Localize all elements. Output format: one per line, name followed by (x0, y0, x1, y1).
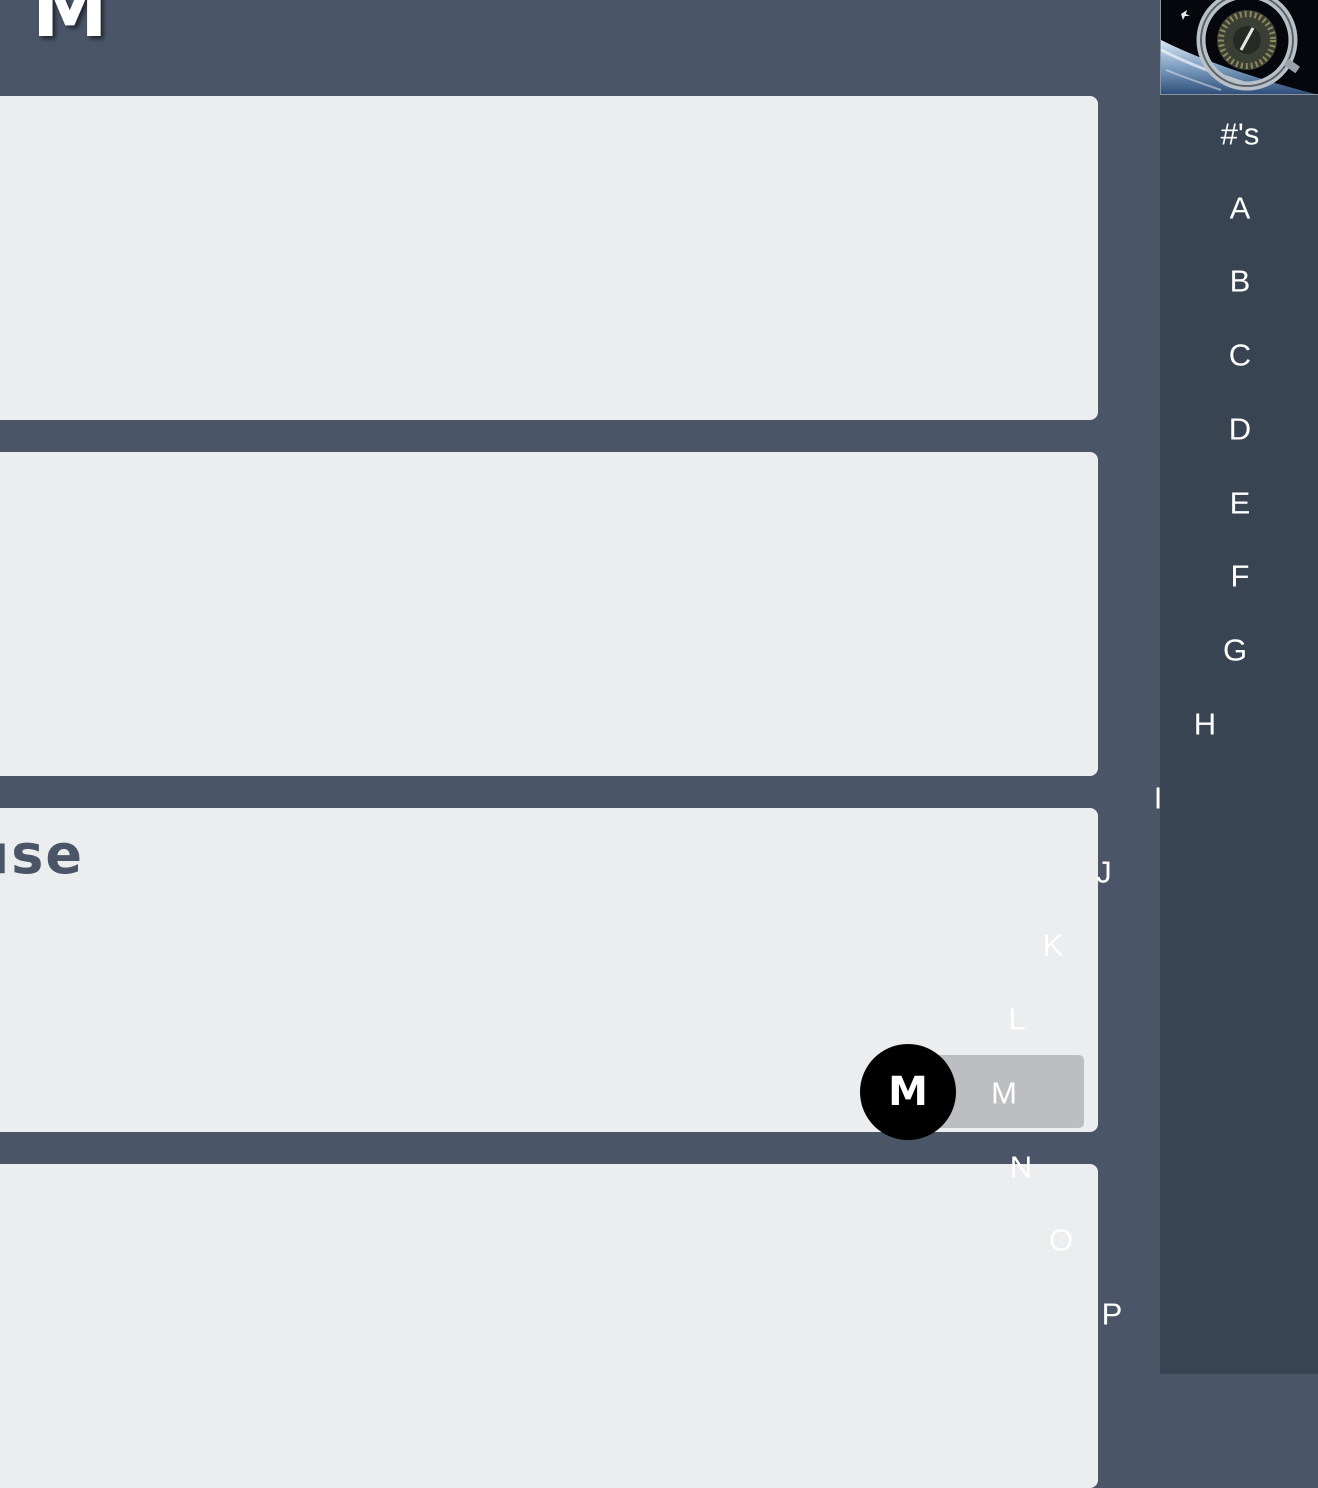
index-letter-c[interactable]: C (1229, 340, 1251, 371)
index-letter-m[interactable]: M (991, 1078, 1017, 1109)
entry-card[interactable] (0, 96, 1098, 420)
current-letter-indicator: M (860, 1044, 956, 1140)
index-letter-numbers[interactable]: #'s (1221, 119, 1260, 150)
index-letter-p[interactable]: P (1102, 1299, 1123, 1330)
space-station-thumbnail[interactable] (1160, 0, 1318, 95)
index-letter-b[interactable]: B (1230, 266, 1251, 297)
index-letter-e[interactable]: E (1230, 488, 1251, 519)
index-letter-g[interactable]: G (1223, 635, 1247, 666)
index-letter-f[interactable]: F (1231, 561, 1250, 592)
index-letter-h[interactable]: H (1194, 709, 1216, 740)
main-content: M use (0, 0, 1160, 1488)
index-letter-d[interactable]: D (1229, 414, 1251, 445)
index-letter-i[interactable]: I (1154, 783, 1163, 814)
index-letter-o[interactable]: O (1049, 1225, 1073, 1256)
entry-card[interactable] (0, 452, 1098, 776)
alphabet-sidebar: #'s A B C D E F G H (1160, 0, 1318, 1374)
index-letter-l[interactable]: L (1008, 1004, 1025, 1035)
section-heading: M (32, 0, 108, 54)
index-letter-k[interactable]: K (1043, 930, 1064, 961)
index-letter-j[interactable]: J (1096, 857, 1112, 888)
card-title: use (0, 823, 84, 886)
entry-card[interactable] (0, 1164, 1098, 1488)
index-letter-n[interactable]: N (1010, 1152, 1032, 1183)
index-letter-a[interactable]: A (1230, 193, 1251, 224)
